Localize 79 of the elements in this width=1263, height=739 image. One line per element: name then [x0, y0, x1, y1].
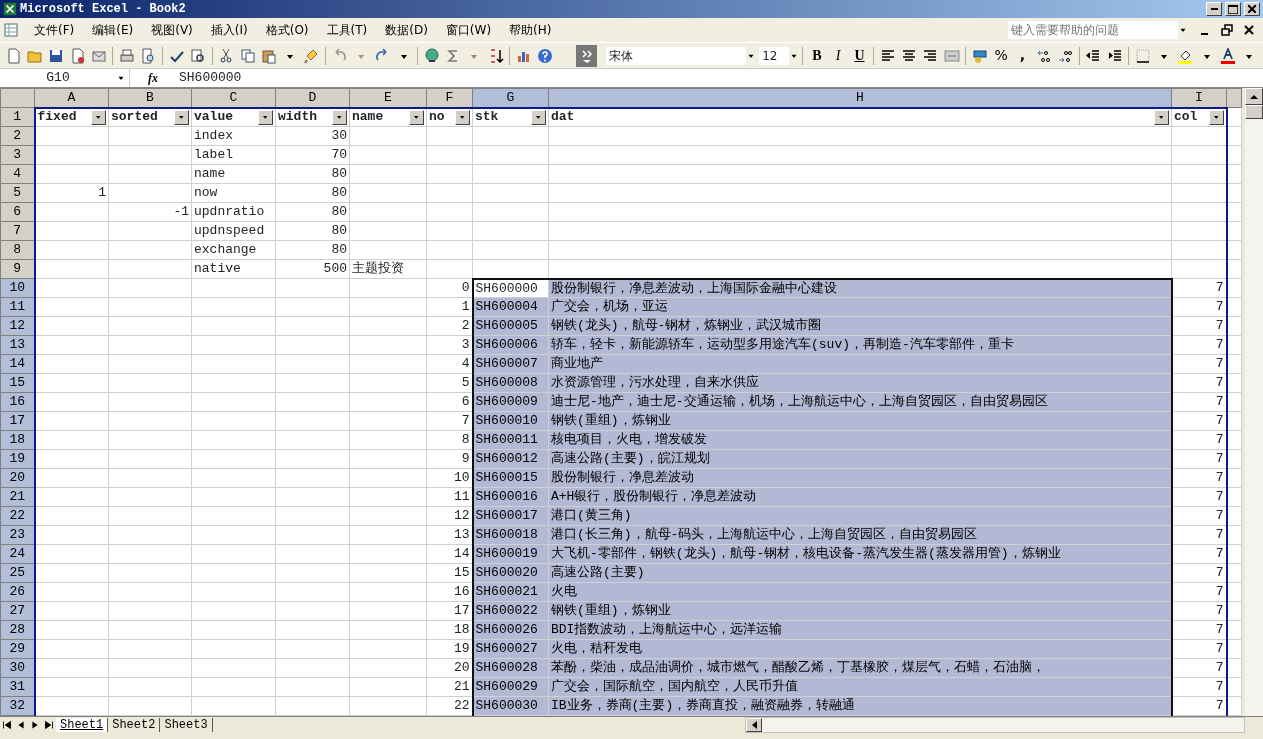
filter-header: sorted: [111, 109, 158, 126]
italic-button[interactable]: I: [827, 44, 849, 67]
filter-dropdown-button[interactable]: [258, 109, 273, 125]
sheet-tab[interactable]: Sheet2: [108, 717, 161, 732]
menu-item[interactable]: 视图(V): [142, 21, 202, 39]
filter-dropdown-button[interactable]: [455, 109, 470, 125]
close-button[interactable]: [1244, 2, 1260, 16]
filter-header: width: [278, 109, 317, 126]
filter-dropdown-button[interactable]: [409, 109, 424, 125]
percent-button[interactable]: %: [990, 44, 1012, 67]
table-cell: 股份制银行，净息差波动，上海国际金融中心建设: [548, 278, 1172, 298]
menu-item[interactable]: 帮助(H): [500, 21, 561, 39]
column-header[interactable]: H: [548, 88, 1172, 108]
column-header[interactable]: E: [349, 88, 427, 108]
menu-item[interactable]: 格式(O): [256, 21, 318, 39]
menu-item[interactable]: 编辑(E): [83, 21, 143, 39]
insert-function-button[interactable]: fx: [142, 67, 164, 89]
caret-icon: [179, 115, 184, 119]
name-box-value: G10: [45, 69, 71, 88]
help-search-field[interactable]: 键入需要帮助的问题: [1008, 21, 1178, 39]
column-header[interactable]: D: [275, 88, 350, 108]
maximize-button[interactable]: [1225, 2, 1241, 16]
column-header[interactable]: G: [472, 88, 549, 108]
menu-item[interactable]: 工具(T): [317, 21, 377, 39]
comma-button[interactable]: ,: [1011, 44, 1034, 67]
filter-dropdown-button[interactable]: [174, 109, 189, 125]
filter-dropdown-button[interactable]: [1208, 109, 1224, 125]
column-header[interactable]: A: [34, 88, 109, 108]
close-icon: [1248, 5, 1256, 13]
maximize-icon: [1228, 4, 1238, 14]
column-header[interactable]: C: [191, 88, 276, 108]
sheet-tab[interactable]: Sheet1: [56, 717, 109, 732]
select-all-corner[interactable]: [0, 88, 35, 108]
filter-dropdown-button[interactable]: [531, 109, 546, 125]
minimize-icon: [1210, 8, 1218, 10]
scroll-up-icon: [1250, 94, 1258, 99]
scroll-left-button[interactable]: [746, 717, 762, 732]
column-header[interactable]: F: [426, 88, 473, 108]
caret-icon: [536, 115, 541, 119]
filter-dropdown-button[interactable]: [91, 109, 106, 125]
menu-item[interactable]: 数据(D): [376, 21, 437, 39]
column-header[interactable]: I: [1171, 88, 1227, 108]
filter-header: fixed: [37, 109, 77, 126]
caret-icon: [1159, 115, 1164, 119]
scrollbar-thumb[interactable]: [1245, 105, 1263, 119]
column-header[interactable]: B: [108, 88, 192, 108]
toolbar-options-icon[interactable]: [575, 44, 598, 67]
filter-header: value: [194, 109, 233, 126]
underline-button[interactable]: U: [848, 44, 871, 67]
filter-header: dat: [551, 109, 575, 126]
caret-icon: [1213, 115, 1219, 119]
filter-dropdown-button[interactable]: [1154, 109, 1169, 125]
caret-icon: [414, 115, 419, 119]
horizontal-scrollbar[interactable]: [745, 716, 1245, 733]
table-cell: SH600000: [472, 278, 549, 298]
caret-icon: [263, 115, 268, 119]
scroll-up-button[interactable]: [1245, 88, 1263, 105]
bold-button[interactable]: B: [806, 44, 828, 67]
scroll-left-icon: [751, 720, 757, 729]
menu-item[interactable]: 窗口(W): [436, 21, 501, 39]
font-size-field[interactable]: 12: [759, 46, 790, 65]
caret-icon: [96, 115, 101, 119]
window-title: Microsoft Excel - Book2: [20, 1, 187, 18]
sheet-tab[interactable]: Sheet3: [160, 717, 213, 732]
name-box[interactable]: G10: [0, 69, 130, 87]
minimize-button[interactable]: [1206, 2, 1222, 16]
filter-header: name: [352, 109, 384, 126]
vertical-scrollbar[interactable]: [1245, 88, 1263, 716]
caret-icon: [460, 115, 465, 119]
font-name-field[interactable]: 宋体: [606, 46, 747, 65]
menu-item[interactable]: 插入(I): [201, 21, 257, 39]
formula-field[interactable]: SH600000: [176, 68, 1263, 88]
caret-icon: [337, 115, 342, 119]
filter-header: col: [1174, 109, 1198, 126]
excel-logo-icon: [3, 2, 17, 16]
filter-header: no: [429, 109, 445, 126]
menu-item[interactable]: 文件(F): [25, 21, 84, 39]
filter-header: stk: [475, 109, 499, 126]
filter-dropdown-button[interactable]: [332, 109, 347, 125]
